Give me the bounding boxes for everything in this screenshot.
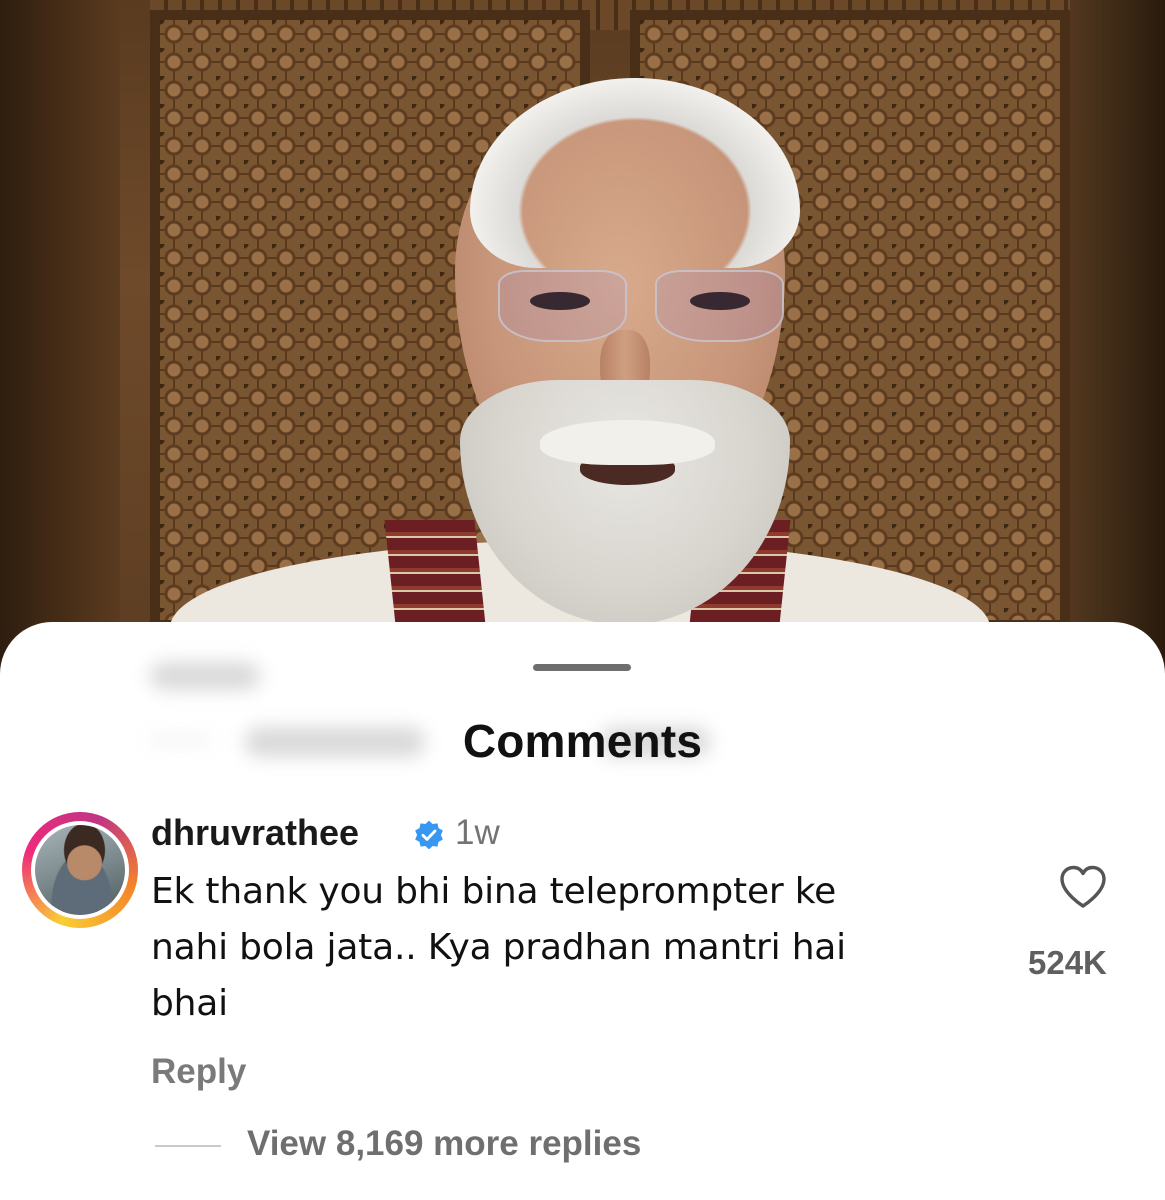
glasses-lens-right <box>655 270 784 342</box>
comment-text-line: nahi bola jata.. Kya pradhan mantri hai <box>151 927 846 968</box>
comment-timestamp: 1w <box>455 813 500 852</box>
comment-item: dhruvrathee 1w Ek thank you bhi bina tel… <box>0 812 1165 1182</box>
replies-divider <box>155 1145 221 1147</box>
view-replies-button[interactable]: View 8,169 more replies <box>247 1124 641 1164</box>
comment-text-line: Ek thank you bhi bina teleprompter ke <box>151 871 837 912</box>
avatar-photo <box>35 825 125 915</box>
wood-panel-left <box>0 0 120 700</box>
comment-text-line: bhai <box>151 983 228 1024</box>
blurred-background-text <box>150 662 260 690</box>
reply-button[interactable]: Reply <box>151 1052 246 1092</box>
verified-badge-icon <box>415 820 443 850</box>
avatar <box>31 821 129 919</box>
glasses-lens-left <box>498 270 627 342</box>
like-count: 524K <box>1028 944 1107 981</box>
comments-sheet: Comments dhruvrathee 1w Ek thank you bhi… <box>0 622 1165 1200</box>
speaker-glasses <box>470 262 800 342</box>
video-frame[interactable] <box>0 0 1165 700</box>
comment-username[interactable]: dhruvrathee <box>151 812 359 854</box>
story-ring[interactable] <box>22 812 138 928</box>
sheet-drag-handle[interactable] <box>533 664 631 671</box>
comment-text: Ek thank you bhi bina teleprompter ke na… <box>151 864 1011 1032</box>
heart-outline-icon[interactable] <box>1058 864 1108 910</box>
screen: Comments dhruvrathee 1w Ek thank you bhi… <box>0 0 1165 1200</box>
wood-panel-right <box>1055 0 1165 700</box>
speaker-mustache <box>540 420 715 465</box>
sheet-title: Comments <box>462 715 703 767</box>
